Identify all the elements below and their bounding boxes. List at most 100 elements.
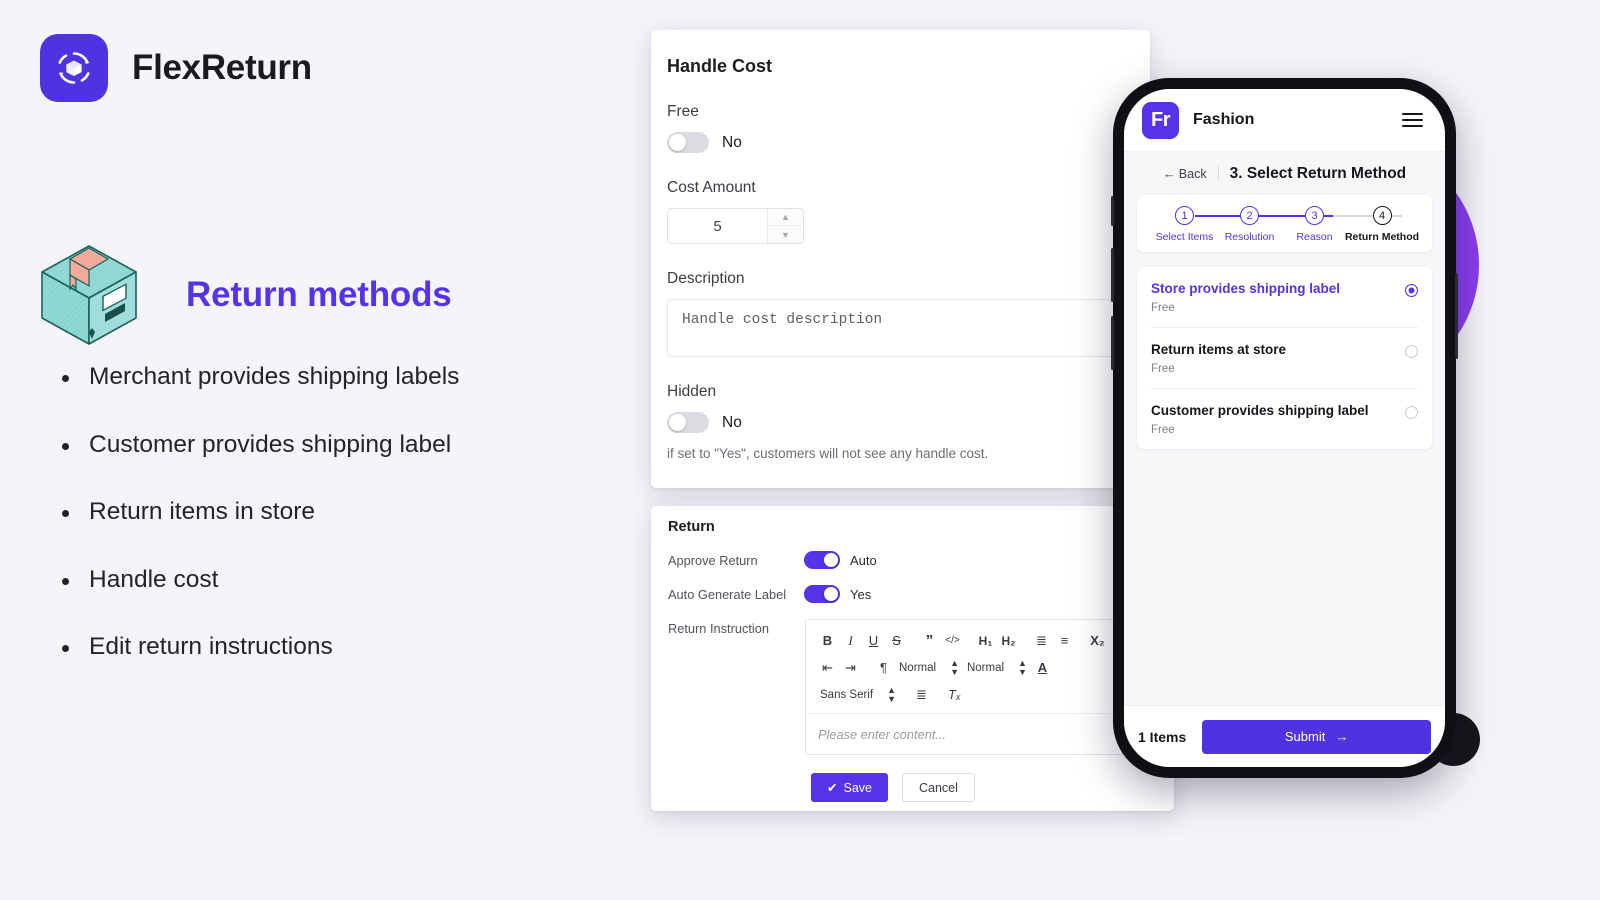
- return-settings-card: Return Approve Return Auto Auto Generate…: [651, 506, 1174, 811]
- description-label: Description: [667, 270, 745, 287]
- chevron-updown-icon: ▲ ▼: [950, 657, 959, 677]
- editor-toolbar: B I U S ” </> H₁ H₂ ≣ ≡ X₂ ⇤ ⇥ ¶ Normal …: [806, 620, 1134, 714]
- free-toggle-value: No: [722, 133, 742, 151]
- save-button[interactable]: ✔ Save: [811, 773, 888, 802]
- option-customer-provides-shipping-label[interactable]: Customer provides shipping label Free: [1151, 389, 1418, 449]
- progress-stepper: 1 Select Items 2 Resolution 3 Reason 4 R…: [1137, 206, 1432, 243]
- page-title: Return methods: [186, 275, 452, 314]
- radio-button[interactable]: [1405, 406, 1418, 419]
- free-toggle[interactable]: [667, 132, 709, 153]
- description-value: Handle cost description: [682, 312, 883, 328]
- hidden-toggle-value: No: [722, 413, 742, 431]
- toggle-knob: [669, 134, 686, 151]
- list-item: Handle cost: [56, 567, 459, 593]
- items-count: 1 Items: [1138, 728, 1187, 745]
- ordered-list-icon[interactable]: ≣: [1030, 629, 1053, 653]
- submit-button[interactable]: Submit →: [1202, 719, 1431, 754]
- step-select-items[interactable]: 1 Select Items: [1152, 206, 1217, 243]
- bullet-list-icon[interactable]: ≡: [1053, 629, 1076, 653]
- bold-icon[interactable]: B: [816, 629, 839, 653]
- step-return-method[interactable]: 4 Return Method: [1344, 206, 1420, 243]
- list-item: Merchant provides shipping labels: [56, 364, 459, 390]
- phone-silent-switch: [1111, 196, 1114, 226]
- align-icon[interactable]: ≣: [910, 683, 933, 707]
- option-name: Store provides shipping label: [1151, 281, 1341, 296]
- return-method-options: Store provides shipping label Free Retur…: [1137, 267, 1432, 449]
- indent-increase-icon[interactable]: ⇥: [839, 656, 862, 680]
- editor-toolbar-row-2: ⇤ ⇥ ¶ Normal ▲ ▼ Normal ▲ ▼ A: [816, 654, 1128, 681]
- editor-content-area[interactable]: Please enter content...: [806, 714, 1134, 754]
- step-subheader: ← Back 3. Select Return Method: [1124, 151, 1445, 195]
- editor-toolbar-row-1: B I U S ” </> H₁ H₂ ≣ ≡ X₂: [816, 627, 1128, 654]
- heading-size-select[interactable]: Normal ▲ ▼: [895, 657, 963, 677]
- auto-generate-label-value: Yes: [850, 586, 872, 602]
- underline-icon[interactable]: U: [862, 629, 885, 653]
- cost-amount-input[interactable]: 5: [668, 209, 767, 243]
- text-direction-icon[interactable]: ¶: [872, 656, 895, 680]
- option-price: Free: [1151, 302, 1175, 314]
- hidden-hint-text: if set to "Yes", customers will not see …: [667, 446, 989, 461]
- cancel-button-label: Cancel: [918, 780, 958, 795]
- shop-name: Fashion: [1193, 111, 1255, 128]
- font-family-select[interactable]: Sans Serif ▲ ▼: [816, 685, 900, 704]
- rich-text-editor[interactable]: B I U S ” </> H₁ H₂ ≣ ≡ X₂ ⇤ ⇥ ¶ Normal …: [805, 619, 1135, 755]
- brand-name: FlexReturn: [132, 48, 312, 87]
- option-return-items-at-store[interactable]: Return items at store Free: [1151, 328, 1418, 389]
- check-circle-icon: ✔: [827, 781, 838, 795]
- blockquote-icon[interactable]: ”: [918, 629, 941, 653]
- radio-button[interactable]: [1405, 345, 1418, 358]
- cost-amount-spinner[interactable]: ▲ ▼: [767, 209, 803, 243]
- step-label: Select Items: [1155, 231, 1214, 243]
- toggle-knob: [824, 553, 838, 567]
- code-block-icon[interactable]: </>: [941, 629, 964, 653]
- step-reason[interactable]: 3 Reason: [1282, 206, 1347, 243]
- subscript-icon[interactable]: X₂: [1086, 629, 1109, 653]
- option-price: Free: [1151, 424, 1175, 436]
- step-number: 2: [1240, 206, 1259, 225]
- form-action-buttons: ✔ Save Cancel: [811, 773, 1174, 802]
- cancel-button[interactable]: Cancel: [901, 773, 975, 802]
- heading-2-icon[interactable]: H₂: [997, 629, 1020, 653]
- back-button[interactable]: ← Back: [1163, 167, 1207, 181]
- menu-bar: [1402, 125, 1423, 128]
- option-name: Return items at store: [1151, 342, 1287, 357]
- chevron-up-icon[interactable]: ▲: [768, 209, 803, 226]
- approve-return-toggle[interactable]: [804, 551, 840, 569]
- strikethrough-icon[interactable]: S: [885, 629, 908, 653]
- option-name: Customer provides shipping label: [1151, 403, 1369, 418]
- phone-mockup: ⛶ Fr Fashion ← Back 3. Select Return Met…: [1111, 78, 1458, 778]
- description-textarea[interactable]: Handle cost description 2: [667, 299, 1151, 357]
- step-title: 3. Select Return Method: [1229, 164, 1407, 182]
- radio-button[interactable]: [1405, 284, 1418, 297]
- return-instruction-row: Return Instruction B I U S ” </> H₁ H₂ ≣…: [659, 619, 1174, 755]
- step-label: Return Method: [1344, 231, 1420, 243]
- text-color-icon[interactable]: A: [1031, 656, 1054, 680]
- font-size-value: Normal: [966, 661, 1005, 674]
- left-info-panel: FlexReturn Return methods Merchant provi…: [0, 0, 620, 900]
- option-store-provides-shipping-label[interactable]: Store provides shipping label Free: [1151, 267, 1418, 328]
- cost-amount-stepper[interactable]: 5 ▲ ▼: [667, 208, 804, 244]
- font-size-select[interactable]: Normal ▲ ▼: [963, 658, 1031, 677]
- italic-icon[interactable]: I: [839, 629, 862, 653]
- hidden-toggle[interactable]: [667, 412, 709, 433]
- option-price: Free: [1151, 363, 1175, 375]
- step-number: 4: [1372, 206, 1392, 225]
- step-label: Reason: [1296, 231, 1333, 243]
- divider: [1217, 166, 1219, 181]
- headline-row: Return methods: [36, 240, 452, 350]
- approve-return-label: Approve Return: [668, 553, 758, 568]
- indent-decrease-icon[interactable]: ⇤: [816, 656, 839, 680]
- auto-generate-label-toggle[interactable]: [804, 585, 840, 603]
- handle-cost-card: Handle Cost Free No Cost Amount 5 ▲ ▼ De…: [651, 30, 1151, 488]
- phone-screen: ⛶ Fr Fashion ← Back 3. Select Return Met…: [1124, 89, 1445, 767]
- heading-1-icon[interactable]: H₁: [974, 629, 997, 653]
- hamburger-menu-icon[interactable]: [1402, 112, 1423, 128]
- chevron-down-icon[interactable]: ▼: [768, 226, 803, 243]
- brand-header: FlexReturn: [40, 34, 312, 102]
- menu-bar: [1402, 112, 1423, 115]
- step-resolution[interactable]: 2 Resolution: [1217, 206, 1282, 243]
- heading-size-value: Normal: [899, 661, 937, 674]
- clear-format-icon[interactable]: Tₓ: [943, 683, 966, 707]
- editor-toolbar-row-3: Sans Serif ▲ ▼ ≣ Tₓ: [816, 681, 1128, 708]
- auto-generate-label-row: Auto Generate Label Yes: [659, 585, 1174, 603]
